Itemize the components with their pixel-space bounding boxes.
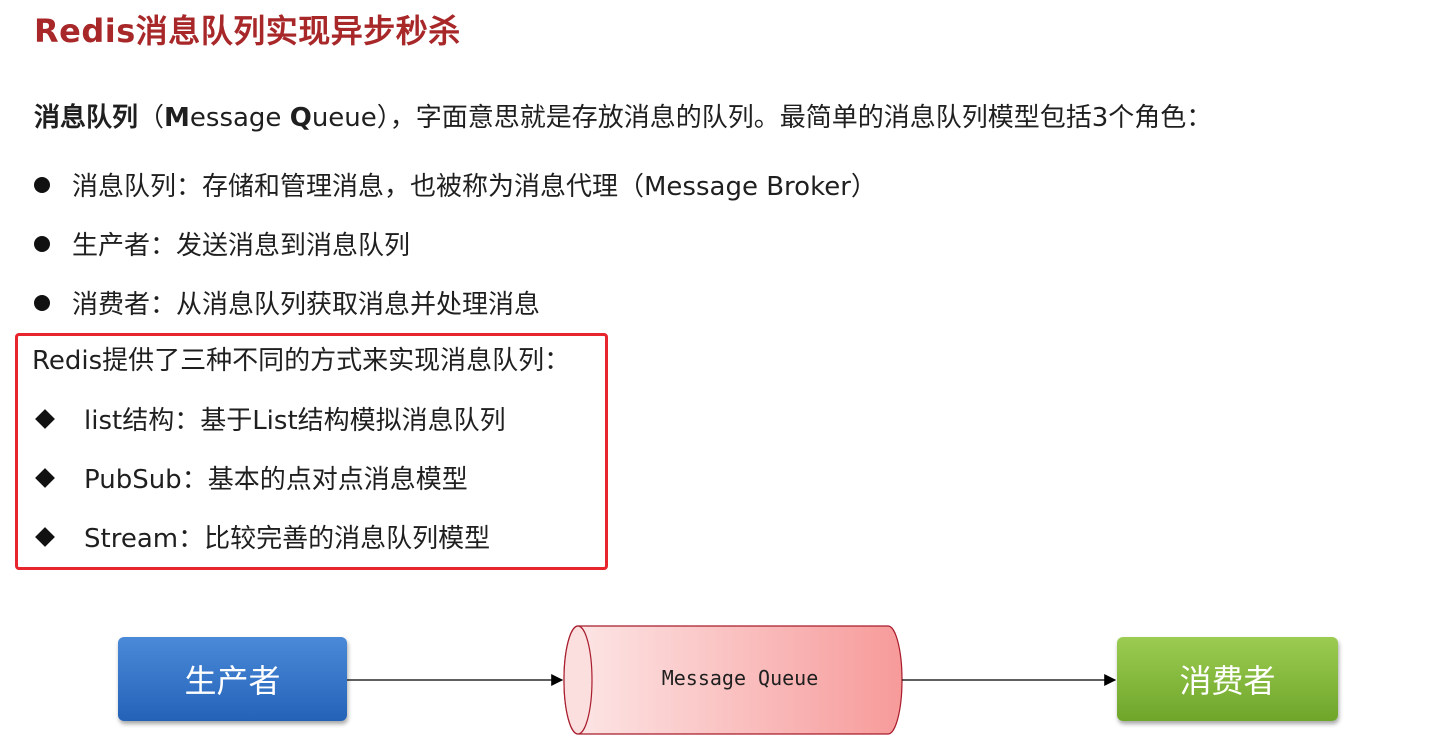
redis-methods-list: list结构：基于List结构模拟消息队列 PubSub：基本的点对点消息模型 …: [35, 389, 506, 566]
role-item-producer: 生产者：发送消息到消息队列: [34, 214, 877, 273]
diamond-bullet-icon: [35, 526, 55, 547]
intro-ueue: ueue: [311, 103, 377, 133]
method-text: list结构：基于List结构模拟消息队列: [84, 406, 506, 436]
role-text: 消费者：从消息队列获取消息并处理消息: [72, 290, 541, 320]
intro-essage: essage: [189, 103, 290, 133]
bullet-dot-icon: [34, 294, 50, 311]
role-text: 消息队列：存储和管理消息，也被称为消息代理（Message Broker）: [72, 172, 877, 202]
method-item-stream: Stream：比较完善的消息队列模型: [35, 507, 506, 566]
intro-open-paren: （: [138, 103, 165, 133]
queue-label: Message Queue: [661, 666, 819, 690]
intro-rest: ），字面意思就是存放消息的队列。最简单的消息队列模型包括3个角色：: [376, 103, 1213, 133]
producer-box: 生产者: [118, 637, 347, 721]
intro-m-letter: M: [164, 103, 190, 133]
method-text: Stream：比较完善的消息队列模型: [84, 524, 491, 554]
method-item-list: list结构：基于List结构模拟消息队列: [35, 389, 506, 448]
page-title: Redis消息队列实现异步秒杀: [34, 12, 461, 50]
diamond-bullet-icon: [35, 408, 55, 429]
method-text: PubSub：基本的点对点消息模型: [84, 465, 468, 495]
queue-cylinder-cap: [563, 625, 593, 735]
role-item-consumer: 消费者：从消息队列获取消息并处理消息: [34, 273, 877, 332]
intro-q-letter: Q: [289, 103, 312, 133]
consumer-box: 消费者: [1117, 637, 1338, 721]
redis-intro: Redis提供了三种不同的方式来实现消息队列：: [32, 346, 571, 376]
role-item-queue: 消息队列：存储和管理消息，也被称为消息代理（Message Broker）: [34, 155, 877, 214]
method-item-pubsub: PubSub：基本的点对点消息模型: [35, 448, 506, 507]
diamond-bullet-icon: [35, 467, 55, 488]
bullet-dot-icon: [34, 235, 50, 252]
intro-paragraph: 消息队列（Message Queue），字面意思就是存放消息的队列。最简单的消息…: [34, 97, 1212, 134]
roles-list: 消息队列：存储和管理消息，也被称为消息代理（Message Broker） 生产…: [34, 155, 877, 332]
bullet-dot-icon: [34, 176, 50, 193]
intro-term: 消息队列: [34, 103, 139, 133]
role-text: 生产者：发送消息到消息队列: [72, 231, 411, 261]
